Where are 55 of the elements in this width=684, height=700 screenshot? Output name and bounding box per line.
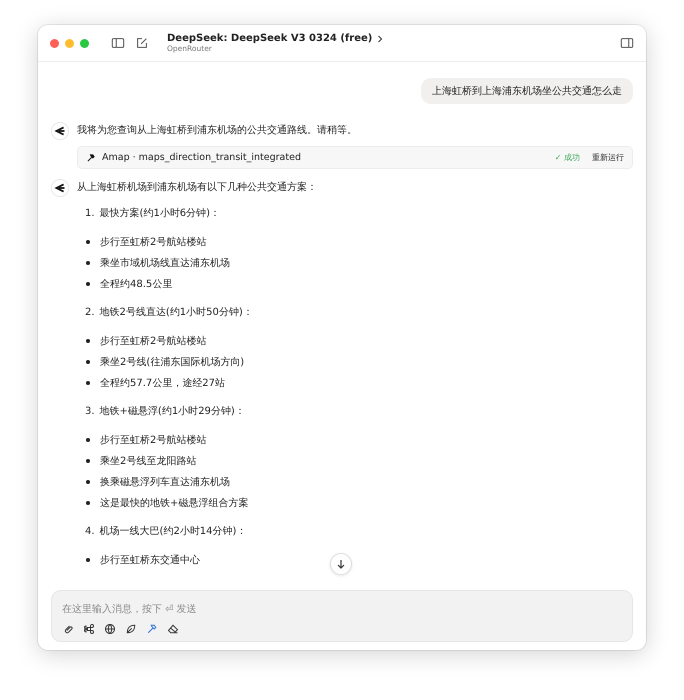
sidebar-icon[interactable] — [111, 36, 125, 50]
chevron-icon[interactable] — [377, 34, 384, 42]
list-item: 乘坐2号线至龙阳路站 — [100, 454, 196, 468]
eraser-icon[interactable] — [167, 623, 179, 635]
close-icon[interactable] — [50, 38, 59, 48]
list-item: 换乘磁悬浮列车直达浦东机场 — [100, 476, 230, 488]
list-item: 步行至虹桥2号航站楼站 — [100, 334, 206, 348]
section-heading: 地铁2号线直达(约1小时50分钟)： — [100, 306, 253, 320]
leaf-icon[interactable] — [125, 623, 137, 635]
scroll-down-button[interactable] — [330, 553, 352, 575]
list-item: 乘坐2号线(往浦东国际机场方向) — [100, 356, 244, 368]
attach-icon[interactable] — [62, 623, 74, 635]
bullet-icon — [86, 500, 90, 504]
panel-icon[interactable] — [620, 36, 634, 50]
compose-icon[interactable] — [135, 36, 149, 50]
list-item: 全程约48.5公里 — [100, 278, 172, 290]
arrow-down-icon — [336, 559, 346, 569]
assistant-message: 我将为您查询从上海虹桥到浦东机场的公共交通路线。请稍等。 — [77, 124, 358, 138]
tool-name: Amap · maps_direction_transit_integrated — [102, 152, 301, 163]
bullet-icon — [86, 458, 90, 462]
bullet-icon — [86, 360, 90, 364]
rerun-button[interactable]: 重新运行 — [586, 152, 624, 163]
bullet-icon — [86, 438, 90, 442]
globe-icon[interactable] — [104, 623, 116, 635]
bullet-icon — [86, 338, 90, 342]
hammer-icon[interactable] — [146, 623, 158, 635]
assistant-avatar-icon — [51, 179, 69, 197]
hammer-icon — [86, 152, 96, 162]
section-heading: 地铁+磁悬浮(约1小时29分钟)： — [100, 405, 245, 419]
message-input[interactable]: 在这里输入消息，按下 ⏎ 发送 — [62, 602, 622, 617]
list-item: 这是最快的地铁+磁悬浮组合方案 — [100, 496, 248, 510]
list-item: 步行至虹桥东交通中心 — [100, 554, 200, 566]
command-icon[interactable] — [83, 623, 95, 635]
bullet-icon — [86, 380, 90, 384]
section-heading: 机场一线大巴(约2小时14分钟)： — [100, 525, 246, 539]
bullet-icon — [86, 480, 90, 484]
bullet-icon — [86, 558, 90, 562]
window-title[interactable]: DeepSeek: DeepSeek V3 0324 (free) — [167, 33, 372, 44]
status-label: ✓ 成功 — [554, 152, 580, 163]
list-item: 步行至虹桥2号航站楼站 — [100, 236, 206, 248]
list-item: 步行至虹桥2号航站楼站 — [100, 434, 206, 446]
list-number: 3. — [85, 405, 95, 419]
bullet-icon — [86, 282, 90, 286]
message-composer[interactable]: 在这里输入消息，按下 ⏎ 发送 — [51, 590, 633, 642]
bullet-icon — [86, 260, 90, 264]
section-heading: 最快方案(约1小时6分钟)： — [100, 207, 220, 221]
assistant-avatar-icon — [51, 122, 69, 140]
bullet-icon — [86, 240, 90, 244]
list-item: 全程约57.7公里，途经27站 — [100, 376, 225, 390]
list-number: 2. — [85, 306, 95, 320]
list-number: 4. — [85, 525, 95, 539]
assistant-message: 从上海虹桥机场到浦东机场有以下几种公共交通方案： — [77, 181, 318, 195]
user-message: 上海虹桥到上海浦东机场坐公共交通怎么走 — [421, 78, 633, 104]
list-number: 1. — [85, 207, 95, 221]
list-item: 乘坐市域机场线直达浦东机场 — [100, 256, 230, 270]
